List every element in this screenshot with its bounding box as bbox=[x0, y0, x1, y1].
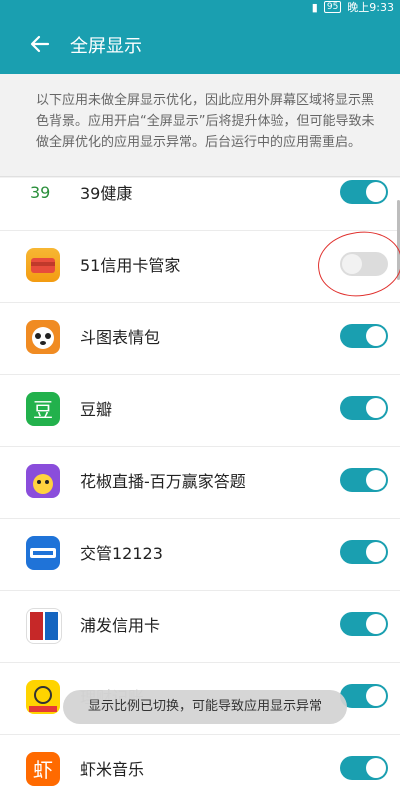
svg-text:39: 39 bbox=[30, 183, 50, 202]
clock: 晚上9:33 bbox=[347, 1, 394, 14]
divider bbox=[0, 176, 400, 177]
fullscreen-toggle[interactable] bbox=[340, 684, 388, 708]
39-health-icon: 39 bbox=[26, 178, 60, 210]
app-name: 浦发信用卡 bbox=[80, 616, 161, 635]
toast-message: 显示比例已切换，可能导致应用显示异常 bbox=[63, 690, 347, 724]
finance-icon bbox=[26, 680, 60, 714]
app-name: 斗图表情包 bbox=[80, 328, 161, 347]
app-row[interactable]: 虾 虾米音乐 bbox=[0, 734, 400, 800]
app-row[interactable]: 斗图表情包 bbox=[0, 302, 400, 375]
app-row[interactable]: 豆 豆瓣 bbox=[0, 374, 400, 447]
battery-indicator: 95 bbox=[323, 1, 342, 13]
fullscreen-toggle[interactable] bbox=[340, 756, 388, 780]
app-row[interactable]: 交管12123 bbox=[0, 518, 400, 591]
traffic-12123-icon bbox=[26, 536, 60, 570]
spdb-card-icon bbox=[26, 608, 62, 644]
app-name: 51信用卡管家 bbox=[80, 256, 181, 275]
huajiao-icon bbox=[26, 464, 60, 498]
douban-icon: 豆 bbox=[26, 392, 60, 426]
page-title: 全屏显示 bbox=[70, 36, 142, 57]
svg-text:豆: 豆 bbox=[33, 398, 53, 422]
fullscreen-toggle[interactable] bbox=[340, 468, 388, 492]
description-text: 以下应用未做全屏显示优化，因此应用外屏幕区域将显示黑色背景。应用开启“全屏显示”… bbox=[36, 93, 375, 150]
status-bar: ▮ 95 晚上9:33 bbox=[0, 0, 400, 14]
svg-text:虾: 虾 bbox=[33, 758, 53, 782]
app-name: 花椒直播-百万赢家答题 bbox=[80, 472, 246, 491]
fullscreen-toggle[interactable] bbox=[340, 612, 388, 636]
app-name: 虾米音乐 bbox=[80, 760, 145, 779]
app-name: 39健康 bbox=[80, 184, 133, 203]
app-row[interactable]: 39 39健康 bbox=[0, 178, 400, 231]
fullscreen-toggle[interactable] bbox=[340, 396, 388, 420]
app-row[interactable]: 花椒直播-百万赢家答题 bbox=[0, 446, 400, 519]
fullscreen-toggle[interactable] bbox=[340, 324, 388, 348]
back-arrow-icon[interactable] bbox=[28, 32, 52, 56]
app-name: 豆瓣 bbox=[80, 400, 113, 419]
app-row[interactable]: 浦发信用卡 bbox=[0, 590, 400, 663]
panda-meme-icon bbox=[26, 320, 60, 354]
app-bar: 全屏显示 bbox=[0, 14, 400, 74]
fullscreen-toggle[interactable] bbox=[340, 540, 388, 564]
app-name: 交管12123 bbox=[80, 544, 163, 563]
signal-icon: ▮ bbox=[311, 0, 318, 14]
xiami-icon: 虾 bbox=[26, 752, 60, 786]
fullscreen-toggle[interactable] bbox=[340, 180, 388, 204]
51-card-icon bbox=[26, 248, 60, 282]
